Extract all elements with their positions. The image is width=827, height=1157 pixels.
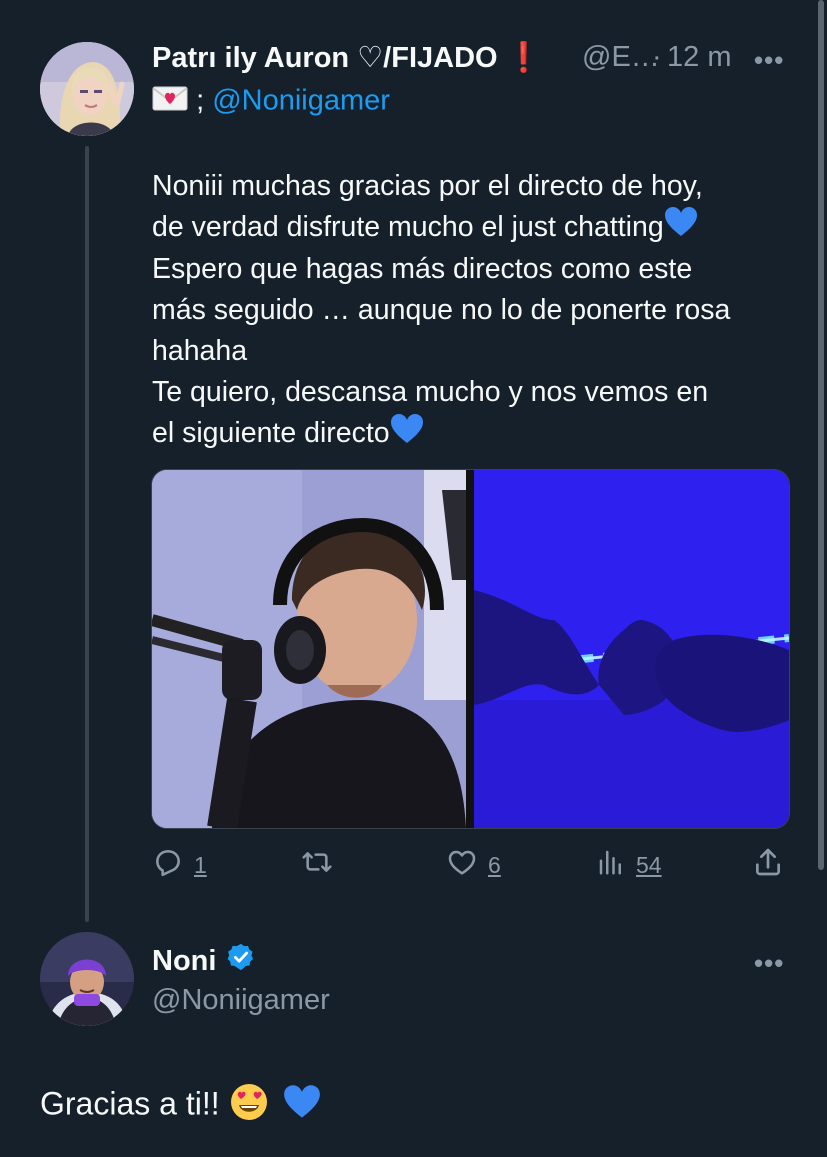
bio-separator: ; (196, 84, 205, 117)
author-name[interactable]: Patrı ily Auron ♡/FIJADO ❗ (152, 40, 542, 75)
reply-author-avatar[interactable] (40, 932, 134, 1026)
reply-author-handle[interactable]: @Noniigamer (152, 984, 330, 1017)
views-button[interactable]: 54 (596, 846, 662, 884)
share-button[interactable] (752, 846, 784, 884)
tweet-media-grid (151, 469, 790, 829)
tweet-text-line: de verdad disfrute mucho el just chattin… (152, 207, 802, 249)
exclamation-icon: ❗ (505, 42, 542, 74)
reply-text: Gracias a ti!! (40, 1082, 321, 1130)
like-button[interactable]: 6 (446, 846, 501, 884)
tweet-action-bar: 1 6 54 (0, 846, 827, 886)
scrollbar[interactable] (818, 0, 824, 870)
heart-eyes-emoji-icon (229, 1082, 269, 1130)
thread-connector-line (85, 146, 89, 922)
media-photo-hands[interactable] (473, 470, 789, 828)
author-bio-line: ; @Noniigamer (152, 84, 390, 120)
mention-link[interactable]: @Noniigamer (212, 85, 390, 117)
media-divider (466, 470, 474, 828)
reply-author-name[interactable]: Noni (152, 942, 256, 980)
tweet-text-line: Te quiero, descansa mucho y nos vemos en (152, 376, 709, 409)
more-options-icon[interactable]: ••• (754, 45, 784, 76)
tweet-time[interactable]: 12 m (667, 41, 731, 74)
views-count[interactable]: 54 (636, 852, 662, 879)
like-count[interactable]: 6 (488, 852, 501, 879)
media-photo-streamer[interactable] (152, 470, 466, 828)
verified-badge-icon (226, 942, 256, 980)
retweet-icon (300, 846, 334, 884)
views-bar-chart-icon (596, 846, 626, 884)
reply-count[interactable]: 1 (194, 852, 207, 879)
reply-button[interactable]: 1 (152, 846, 207, 884)
tweet-text-line: Espero que hagas más directos como este (152, 253, 693, 286)
author-avatar[interactable] (40, 42, 134, 136)
share-icon (752, 846, 784, 884)
blue-heart-icon (664, 207, 698, 249)
love-letter-icon (152, 84, 188, 120)
reply-more-options-icon[interactable]: ••• (754, 948, 784, 979)
reply-icon (152, 846, 184, 884)
time-separator: · (652, 41, 662, 73)
heart-icon (446, 846, 478, 884)
blue-heart-icon (283, 1085, 321, 1127)
tweet-text: Noniii muchas gracias por el directo de … (152, 166, 802, 456)
tweet-text-line: hahaha (152, 335, 248, 368)
tweet-text-line: Noniii muchas gracias por el directo de … (152, 170, 703, 202)
blue-heart-icon (390, 413, 424, 456)
author-handle[interactable]: @E… (582, 41, 660, 74)
reply-text-content: Gracias a ti!! (40, 1085, 220, 1122)
retweet-button[interactable] (300, 846, 344, 884)
tweet-text-line: más seguido … aunque no lo de ponerte ro… (152, 294, 731, 327)
tweet-text-line: el siguiente directo (152, 413, 802, 455)
